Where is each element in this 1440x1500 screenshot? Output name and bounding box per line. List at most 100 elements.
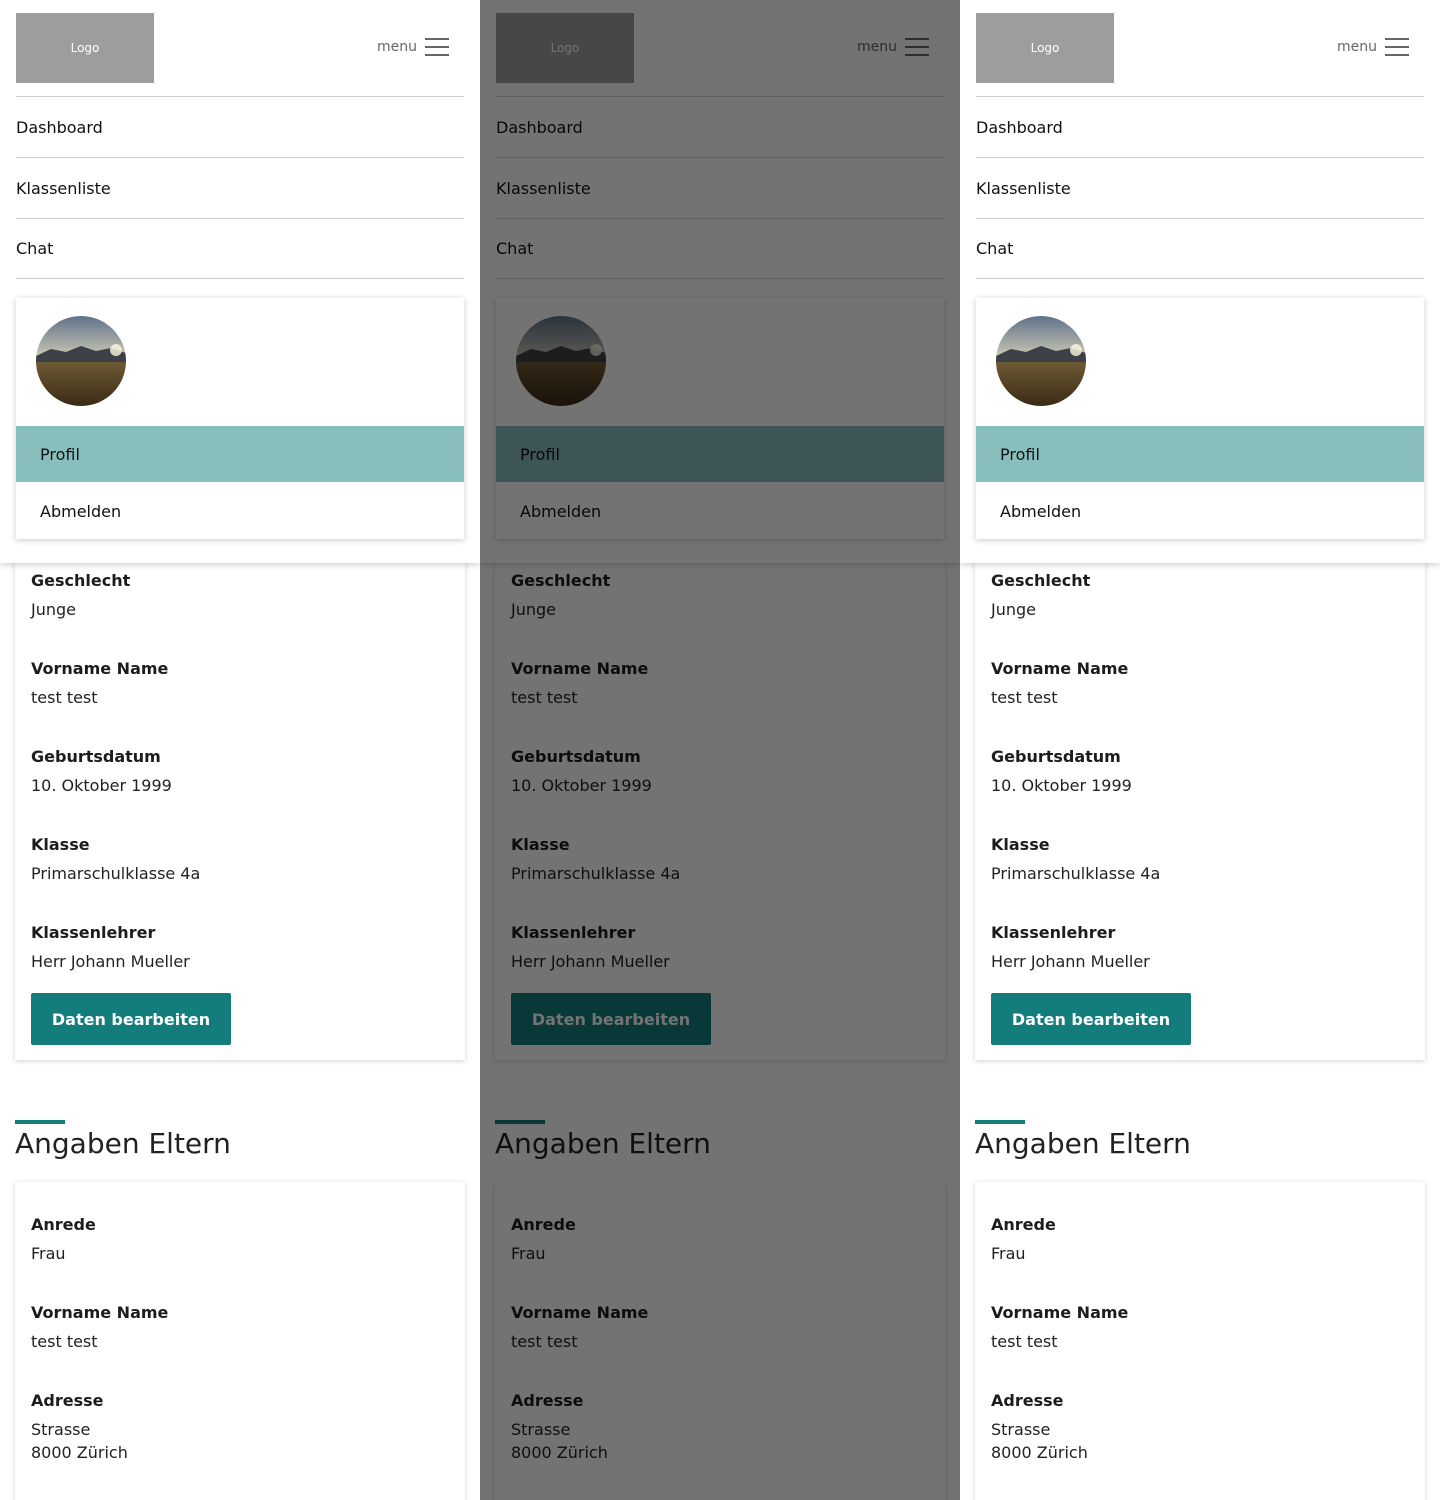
- dropdown-item-profil[interactable]: Profil: [496, 426, 944, 482]
- field-value: Junge: [31, 600, 76, 619]
- menu-button[interactable]: menu: [1337, 37, 1409, 56]
- field-value: Strasse: [511, 1420, 571, 1439]
- app-header: Logo menu Dashboard Klassenliste Chat Pr…: [960, 0, 1440, 563]
- hamburger-icon: [905, 37, 929, 56]
- dropdown-item-abmelden[interactable]: Abmelden: [976, 483, 1424, 539]
- section-title: Angaben Eltern: [15, 1127, 231, 1160]
- avatar[interactable]: [516, 316, 606, 406]
- nav-item-dashboard[interactable]: Dashboard: [496, 96, 944, 157]
- field-value: Primarschulklasse 4a: [991, 864, 1161, 883]
- field-value: Strasse: [991, 1420, 1051, 1439]
- nav-item-chat[interactable]: Chat: [976, 218, 1424, 279]
- field-label: Klassenlehrer: [991, 923, 1116, 942]
- logo[interactable]: Logo: [976, 13, 1114, 83]
- student-details-card: Geschlecht Junge Vorname Name test test …: [15, 540, 465, 1060]
- field-label: Klasse: [511, 835, 570, 854]
- field-klassenlehrer: Klassenlehrer Herr Johann Mueller: [511, 923, 670, 971]
- edit-data-button[interactable]: Daten bearbeiten: [31, 993, 231, 1045]
- field-label: Anrede: [31, 1215, 96, 1234]
- field-value: Frau: [511, 1244, 546, 1263]
- field-value: test test: [511, 688, 578, 707]
- dropdown-item-abmelden[interactable]: Abmelden: [496, 483, 944, 539]
- field-label: Geschlecht: [511, 571, 611, 590]
- field-label: Adresse: [991, 1391, 1064, 1410]
- field-label: Geschlecht: [31, 571, 131, 590]
- field-label: Adresse: [511, 1391, 584, 1410]
- field-anrede: Anrede Frau: [991, 1215, 1056, 1263]
- field-label: Vorname Name: [511, 659, 649, 678]
- student-details-card: Geschlecht Junge Vorname Name test test …: [495, 540, 945, 1060]
- field-label: Klassenlehrer: [31, 923, 156, 942]
- logo[interactable]: Logo: [496, 13, 634, 83]
- nav-item-klassenliste[interactable]: Klassenliste: [496, 157, 944, 218]
- section-accent-bar: [15, 1120, 65, 1124]
- app-header: Logo menu Dashboard Klassenliste Chat Pr…: [0, 0, 480, 563]
- field-label: Vorname Name: [991, 1303, 1129, 1322]
- main-nav: Dashboard Klassenliste Chat: [976, 96, 1424, 279]
- parents-details-card: Anrede Frau Vorname Name test test Adres…: [15, 1182, 465, 1500]
- field-anrede: Anrede Frau: [511, 1215, 576, 1263]
- screen-3: Logo menu Dashboard Klassenliste Chat Pr…: [960, 0, 1440, 1500]
- app-header: Logo menu Dashboard Klassenliste Chat Pr…: [480, 0, 960, 563]
- field-value: Herr Johann Mueller: [511, 952, 670, 971]
- menu-button[interactable]: menu: [857, 37, 929, 56]
- profile-dropdown: Profil Abmelden: [976, 298, 1424, 539]
- nav-item-dashboard[interactable]: Dashboard: [16, 96, 464, 157]
- field-value: Strasse: [31, 1420, 91, 1439]
- field-label: Vorname Name: [31, 659, 169, 678]
- field-vorname-name: Vorname Name test test: [31, 659, 168, 707]
- avatar[interactable]: [36, 316, 126, 406]
- field-label: Vorname Name: [31, 1303, 169, 1322]
- parents-details-card: Anrede Frau Vorname Name test test Adres…: [495, 1182, 945, 1500]
- main-nav: Dashboard Klassenliste Chat: [496, 96, 944, 279]
- dropdown-item-abmelden[interactable]: Abmelden: [16, 483, 464, 539]
- edit-data-button[interactable]: Daten bearbeiten: [511, 993, 711, 1045]
- field-geschlecht: Geschlecht Junge: [991, 571, 1090, 619]
- field-label: Geburtsdatum: [511, 747, 641, 766]
- field-geschlecht: Geschlecht Junge: [511, 571, 610, 619]
- field-value: 10. Oktober 1999: [31, 776, 172, 795]
- field-klassenlehrer: Klassenlehrer Herr Johann Mueller: [31, 923, 190, 971]
- field-label: Adresse: [31, 1391, 104, 1410]
- field-label: Klasse: [31, 835, 90, 854]
- nav-item-dashboard[interactable]: Dashboard: [976, 96, 1424, 157]
- field-anrede: Anrede Frau: [31, 1215, 96, 1263]
- field-value: Frau: [31, 1244, 66, 1263]
- field-vorname-name: Vorname Name test test: [991, 659, 1128, 707]
- menu-label: menu: [857, 38, 897, 55]
- screen-1: Logo menu Dashboard Klassenliste Chat Pr…: [0, 0, 480, 1500]
- field-value: test test: [31, 688, 98, 707]
- edit-data-button[interactable]: Daten bearbeiten: [991, 993, 1191, 1045]
- field-vorname-name: Vorname Name test test: [31, 1303, 168, 1351]
- section-accent-bar: [495, 1120, 545, 1124]
- profile-dropdown: Profil Abmelden: [16, 298, 464, 539]
- nav-item-chat[interactable]: Chat: [16, 218, 464, 279]
- screens-row: Logo menu Dashboard Klassenliste Chat Pr…: [0, 0, 1440, 1500]
- field-klasse: Klasse Primarschulklasse 4a: [991, 835, 1160, 883]
- menu-button[interactable]: menu: [377, 37, 449, 56]
- hamburger-icon: [425, 37, 449, 56]
- field-label: Vorname Name: [991, 659, 1129, 678]
- field-label: Geburtsdatum: [31, 747, 161, 766]
- field-geschlecht: Geschlecht Junge: [31, 571, 130, 619]
- field-value: test test: [31, 1332, 98, 1351]
- main-nav: Dashboard Klassenliste Chat: [16, 96, 464, 279]
- hamburger-icon: [1385, 37, 1409, 56]
- nav-item-chat[interactable]: Chat: [496, 218, 944, 279]
- dropdown-item-profil[interactable]: Profil: [16, 426, 464, 482]
- menu-label: menu: [1337, 38, 1377, 55]
- field-value: Frau: [991, 1244, 1026, 1263]
- nav-item-klassenliste[interactable]: Klassenliste: [976, 157, 1424, 218]
- dropdown-item-profil[interactable]: Profil: [976, 426, 1424, 482]
- field-geburtsdatum: Geburtsdatum 10. Oktober 1999: [991, 747, 1132, 795]
- field-adresse: Adresse Strasse 8000 Zürich: [511, 1391, 608, 1462]
- field-value: Junge: [511, 600, 556, 619]
- avatar[interactable]: [996, 316, 1086, 406]
- field-vorname-name: Vorname Name test test: [991, 1303, 1128, 1351]
- section-accent-bar: [975, 1120, 1025, 1124]
- field-value-line2: 8000 Zürich: [511, 1443, 608, 1462]
- field-geburtsdatum: Geburtsdatum 10. Oktober 1999: [511, 747, 652, 795]
- nav-item-klassenliste[interactable]: Klassenliste: [16, 157, 464, 218]
- logo[interactable]: Logo: [16, 13, 154, 83]
- field-value: Primarschulklasse 4a: [511, 864, 681, 883]
